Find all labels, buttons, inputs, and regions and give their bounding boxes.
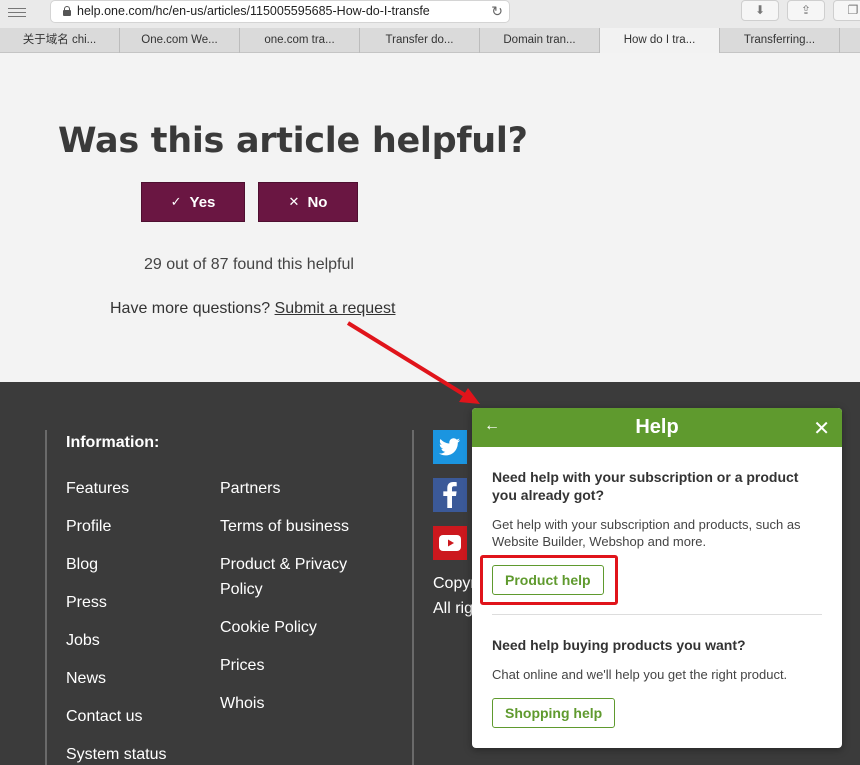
url-text: help.one.com/hc/en-us/articles/115005595… [77,4,430,18]
footer-link-press[interactable]: Press [66,590,107,615]
sidebar-menu-icon[interactable] [8,5,26,19]
copyright-text: Copyr [433,575,476,592]
subscription-question: Need help with your subscription or a pr… [492,469,799,503]
buying-question: Need help buying products you want? [492,637,746,653]
footer-link-terms[interactable]: Terms of business [220,514,349,539]
tab[interactable]: One.com We... [120,28,240,53]
more-questions: Have more questions? Submit a request [110,300,396,318]
footer-info-title: Information: [66,434,160,451]
divider [412,430,414,765]
tab[interactable]: Domain tran... [480,28,600,53]
tab-bar: 关于域名 chi... One.com We... one.com tra...… [0,28,860,53]
address-bar[interactable]: help.one.com/hc/en-us/articles/115005595… [50,0,510,23]
divider [45,430,47,765]
article-feedback: Was this article helpful? ✓ Yes ✕ No 29 … [0,60,860,382]
tabs-icon: ❐ [847,3,859,17]
help-widget-title: Help [635,416,679,438]
close-icon[interactable]: ✕ [813,416,830,441]
subscription-description: Get help with your subscription and prod… [492,517,801,549]
copyright-text: All rig [433,600,474,617]
tab[interactable]: 关于域名 chi... [0,28,120,53]
footer-link-blog[interactable]: Blog [66,552,98,577]
lock-icon [63,6,71,16]
yes-label: Yes [189,193,216,211]
buying-description: Chat online and we'll help you get the r… [492,667,788,682]
no-button[interactable]: ✕ No [258,182,358,222]
x-icon: ✕ [288,194,300,209]
footer-link-news[interactable]: News [66,666,106,691]
facebook-icon[interactable] [433,478,467,512]
help-widget-header: ← Help ✕ [472,408,842,447]
yes-button[interactable]: ✓ Yes [141,182,245,222]
footer-link-contact[interactable]: Contact us [66,704,142,729]
more-questions-text: Have more questions? [110,300,271,317]
browser-toolbar: help.one.com/hc/en-us/articles/115005595… [0,0,860,28]
footer-link-partners[interactable]: Partners [220,476,280,501]
helpful-title: Was this article helpful? [58,121,528,161]
footer-link-profile[interactable]: Profile [66,514,111,539]
footer-link-system-status[interactable]: System status [66,742,166,765]
download-icon: ⬇ [754,3,766,17]
downloads-button[interactable]: ⬇ [741,0,779,21]
share-icon: ⇪ [800,3,812,17]
tab-active[interactable]: How do I tra... [600,28,720,53]
submit-request-link[interactable]: Submit a request [275,300,396,317]
share-button[interactable]: ⇪ [787,0,825,21]
no-label: No [307,193,328,211]
twitter-icon[interactable] [433,430,467,464]
helpful-count: 29 out of 87 found this helpful [144,256,354,273]
youtube-icon[interactable] [433,526,467,560]
reload-icon[interactable]: ↻ [491,1,503,22]
check-icon: ✓ [170,194,182,209]
tab[interactable]: Transfer do... [360,28,480,53]
shopping-help-button[interactable]: Shopping help [492,698,616,728]
tab[interactable]: one.com tra... [240,28,360,53]
annotation-highlight-box [480,555,618,605]
tabs-overview-button[interactable]: ❐ [833,0,860,21]
divider [492,614,822,615]
footer-link-prices[interactable]: Prices [220,653,264,678]
footer-link-features[interactable]: Features [66,476,129,501]
footer-link-cookie-policy[interactable]: Cookie Policy [220,615,317,640]
tab[interactable]: Transferring... [720,28,840,53]
footer-link-whois[interactable]: Whois [220,691,264,716]
footer-link-jobs[interactable]: Jobs [66,628,100,653]
footer-link-privacy-policy[interactable]: Product & Privacy Policy [220,552,370,602]
